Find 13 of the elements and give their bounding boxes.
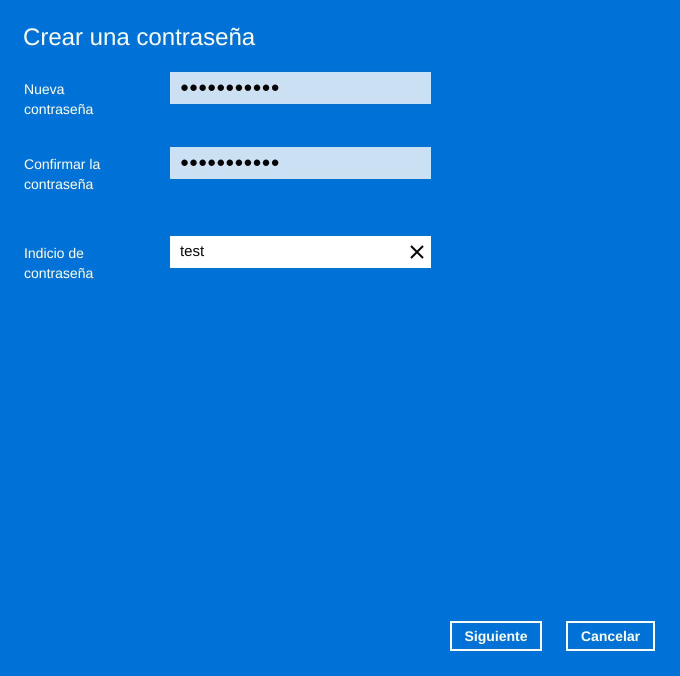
next-button[interactable]: Siguiente <box>450 621 542 651</box>
field-label: Indicio de contraseña <box>24 244 94 283</box>
field-value: test <box>180 242 204 262</box>
input-field[interactable]: test <box>170 236 431 268</box>
input-field[interactable]: ●●●●●●●●●●● <box>170 147 431 179</box>
cancel-button[interactable]: Cancelar <box>566 621 655 651</box>
input-field[interactable]: ●●●●●●●●●●● <box>170 72 431 104</box>
field-label: Confirmar la contraseña <box>24 155 102 194</box>
close-icon[interactable] <box>409 244 425 260</box>
field-label: Nueva contraseña <box>24 80 94 119</box>
dialog-title: Crear una contraseña <box>23 23 256 53</box>
field-value: ●●●●●●●●●●● <box>180 78 280 98</box>
field-value: ●●●●●●●●●●● <box>180 152 280 173</box>
